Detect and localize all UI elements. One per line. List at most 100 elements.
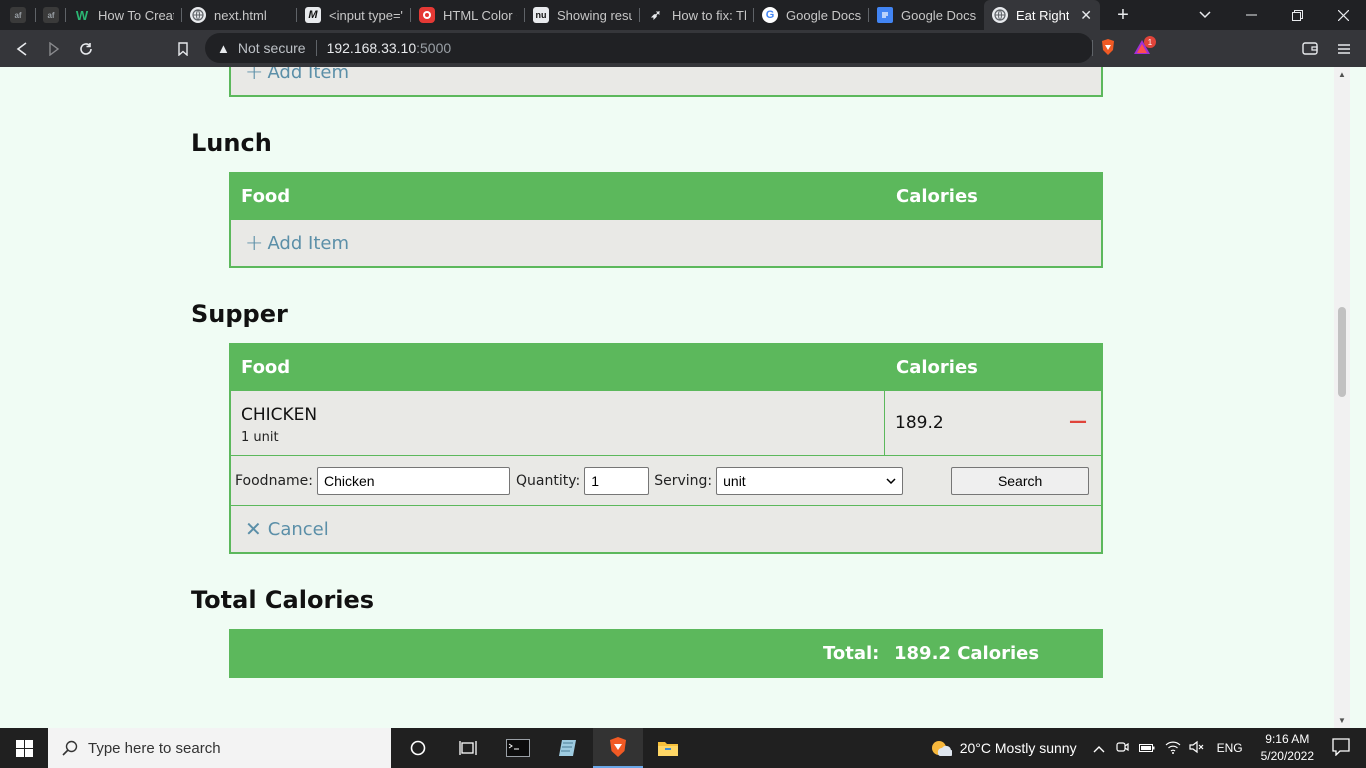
brave-rewards-icon[interactable]: 1 [1133, 36, 1156, 56]
food-cell: CHICKEN 1 unit [231, 391, 885, 455]
nu-icon: nu [533, 7, 549, 23]
tab-google-docs-c[interactable]: G Google Docs: C [754, 0, 869, 30]
task-view-icon[interactable] [443, 728, 493, 768]
system-tray: 20°C Mostly sunny ENG 9:16 AM 5/20/2022 [930, 728, 1366, 768]
minimize-button[interactable] [1228, 0, 1274, 30]
clock-date: 5/20/2022 [1260, 749, 1314, 763]
food-column-header: Food [241, 356, 291, 378]
af-icon: af [10, 7, 26, 23]
scroll-up-icon[interactable]: ▲ [1338, 70, 1346, 79]
globe-icon [190, 7, 206, 23]
w-icon: W [75, 7, 89, 23]
tab-next-html[interactable]: next.html [182, 0, 297, 30]
food-calories: 189.2 [895, 413, 944, 433]
search-button[interactable]: Search [951, 466, 1090, 495]
docs-icon [877, 7, 893, 23]
calories-column-header: Calories [896, 356, 978, 378]
calories-column-header: Calories [896, 185, 978, 207]
reload-button[interactable] [70, 34, 102, 64]
battery-icon[interactable] [1138, 741, 1155, 756]
tab-af-1[interactable]: af [0, 0, 36, 30]
notification-badge: 1 [1144, 36, 1156, 48]
tab-how-to-create[interactable]: W How To Create [66, 0, 182, 30]
browser-tab-strip: af af W How To Create next.html M <input… [0, 0, 1366, 30]
file-explorer-icon[interactable] [643, 728, 693, 768]
menu-icon[interactable] [1328, 34, 1360, 64]
language-indicator[interactable]: ENG [1217, 741, 1243, 755]
table-row: CHICKEN 1 unit 189.2 — [231, 391, 1101, 456]
lunch-heading: Lunch [191, 129, 272, 157]
chevron-down-icon [886, 477, 896, 484]
close-window-button[interactable] [1320, 0, 1366, 30]
notes-app-icon[interactable] [543, 728, 593, 768]
quantity-input[interactable] [584, 466, 650, 495]
total-label: Total: [823, 643, 880, 664]
breakfast-table: + Add Item [229, 67, 1103, 97]
warning-icon: ▲ [217, 40, 230, 56]
add-item-link[interactable]: + Add Item [231, 67, 1101, 95]
page-scrollbar[interactable]: ▲ ▼ [1334, 67, 1350, 728]
windows-taskbar: Type here to search 20°C Mostly sunny EN… [0, 728, 1366, 768]
volume-muted-icon[interactable] [1188, 740, 1205, 757]
cancel-link[interactable]: ✕ Cancel [231, 506, 1101, 552]
google-icon: G [762, 7, 778, 23]
m-icon: M [305, 7, 321, 23]
notification-center-icon[interactable] [1332, 737, 1350, 759]
tab-af-2[interactable]: af [36, 0, 66, 30]
tab-html-color[interactable]: HTML Color Cc [411, 0, 525, 30]
tab-how-to-fix[interactable]: ➶ How to fix: The [640, 0, 754, 30]
lunch-table-header: Food Calories [231, 172, 1101, 220]
plus-icon: + [245, 67, 264, 85]
weather-text[interactable]: 20°C Mostly sunny [960, 740, 1077, 756]
remove-item-icon[interactable]: — [1069, 411, 1087, 432]
af-icon: af [43, 7, 59, 23]
plus-icon: + [245, 230, 264, 256]
chevron-up-icon[interactable] [1093, 740, 1105, 756]
tab-eat-right[interactable]: Eat Right ✕ [984, 0, 1100, 30]
meet-now-icon[interactable] [1115, 740, 1129, 757]
restore-button[interactable] [1274, 0, 1320, 30]
bookmark-icon[interactable] [167, 34, 199, 64]
weather-sun-icon [931, 741, 952, 757]
brave-browser-icon[interactable] [593, 728, 643, 768]
food-column-header: Food [241, 185, 291, 207]
page-viewport: + Add Item Lunch Food Calories + Add Ite… [0, 67, 1334, 728]
taskbar-search-box[interactable]: Type here to search [48, 728, 391, 768]
tab-input-type[interactable]: M <input type=" [297, 0, 411, 30]
clock[interactable]: 9:16 AM 5/20/2022 [1261, 731, 1314, 765]
new-tab-button[interactable]: + [1100, 0, 1146, 30]
serving-label: Serving: [654, 472, 713, 489]
tab-google-docs[interactable]: Google Docs [869, 0, 984, 30]
rocket-icon: ➶ [650, 7, 662, 22]
close-tab-icon[interactable]: ✕ [1074, 7, 1092, 24]
windows-start-button[interactable] [0, 728, 48, 768]
scrollbar-thumb[interactable] [1338, 307, 1346, 397]
serving-select[interactable]: unit [716, 466, 904, 495]
browser-toolbar: ▲ Not secure 192.168.33.10:5000 1 [0, 30, 1366, 67]
foodname-label: Foodname: [235, 472, 313, 489]
lunch-table: Food Calories + Add Item [229, 172, 1103, 268]
wallet-icon[interactable] [1294, 34, 1326, 64]
add-item-link[interactable]: + Add Item [231, 220, 1101, 266]
target-icon [419, 7, 435, 23]
address-bar[interactable]: ▲ Not secure 192.168.33.10:5000 [205, 33, 1093, 63]
back-button[interactable] [6, 34, 38, 64]
clock-time: 9:16 AM [1265, 732, 1310, 746]
tab-search-chevron-icon[interactable] [1182, 0, 1228, 30]
wifi-icon[interactable] [1165, 740, 1181, 757]
forward-button[interactable] [38, 34, 70, 64]
url-host: 192.168.33.10 [326, 40, 417, 56]
scroll-down-icon[interactable]: ▼ [1338, 716, 1346, 725]
cortana-icon[interactable] [393, 728, 443, 768]
brave-shields-icon[interactable] [1099, 38, 1117, 56]
globe-icon [992, 7, 1008, 23]
total-value: 189.2 Calories [894, 643, 1040, 664]
food-serving: 1 unit [241, 430, 279, 445]
tab-showing-result[interactable]: nu Showing result [525, 0, 640, 30]
foodname-input[interactable] [317, 466, 510, 495]
close-icon: ✕ [245, 517, 262, 541]
total-calories-bar: Total: 189.2 Calories [229, 629, 1103, 678]
terminal-icon[interactable] [493, 728, 543, 768]
calories-cell: 189.2 — [885, 391, 1101, 455]
food-name: CHICKEN [241, 405, 318, 425]
